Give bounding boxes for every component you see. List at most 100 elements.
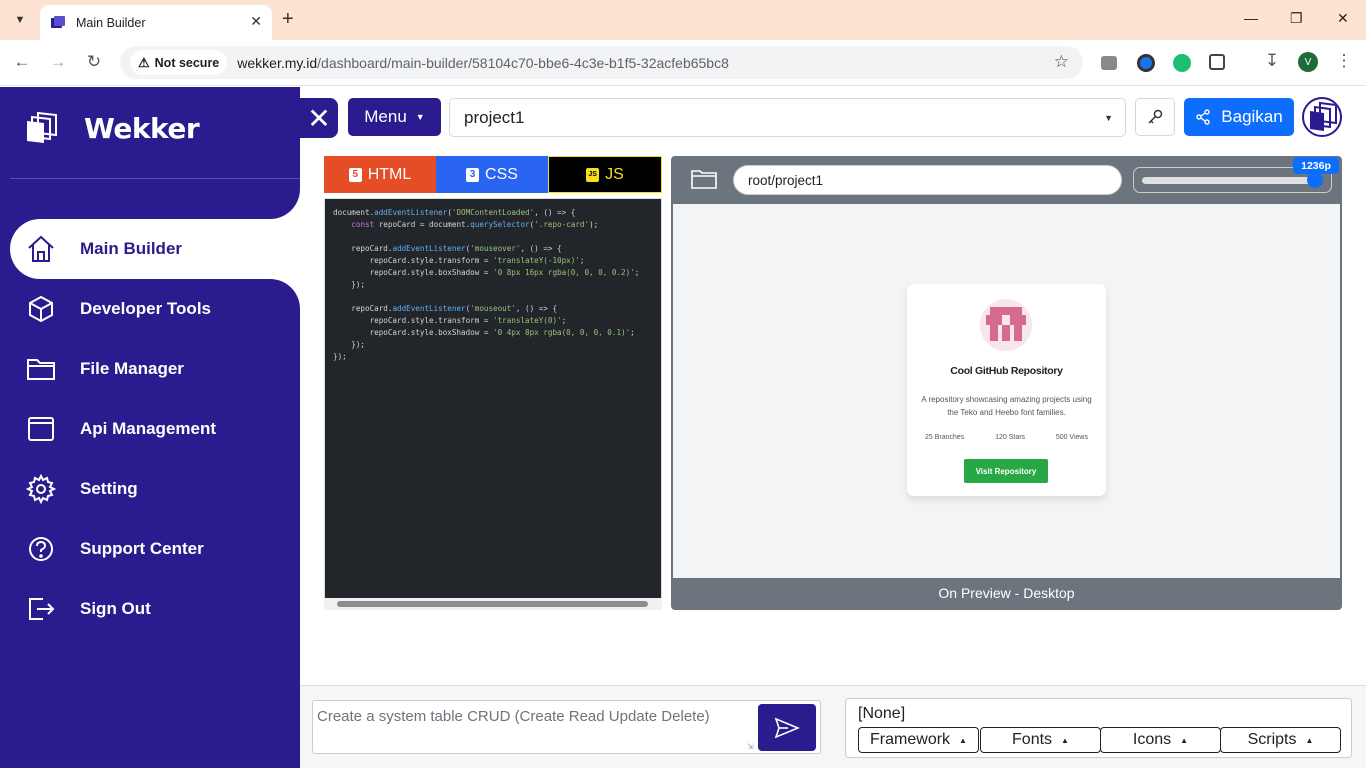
menu-dropdown-button[interactable]: Menu ▼ xyxy=(348,98,441,136)
sidebar-item-api-management[interactable]: Api Management xyxy=(10,399,300,459)
repo-card[interactable]: Cool GitHub Repository A repository show… xyxy=(907,284,1106,496)
caret-down-icon: ▼ xyxy=(1104,112,1113,123)
sidebar-item-support-center[interactable]: Support Center xyxy=(10,519,300,579)
sidebar-item-main-builder[interactable]: Main Builder xyxy=(10,219,300,279)
prompt-bar: Create a system table CRUD (Create Read … xyxy=(300,685,1366,768)
url-path: /dashboard/main-builder/58104c70-bbe6-4c… xyxy=(317,54,729,71)
tab-css[interactable]: 3 CSS xyxy=(436,156,548,193)
code-tabs: 5 HTML 3 CSS JS JS xyxy=(324,156,662,193)
gear-icon xyxy=(26,474,56,504)
sidebar-item-label: Setting xyxy=(80,479,138,498)
tab-close-icon[interactable]: ✕ xyxy=(250,13,262,30)
stat-branches: 25 Branches xyxy=(925,434,965,441)
address-bar: ← → ↻ ⚠ Not secure wekker.my.id/dashboard… xyxy=(0,40,1366,86)
omnibox[interactable]: ⚠ Not secure wekker.my.id/dashboard/main-… xyxy=(120,46,1083,79)
visit-repository-button[interactable]: Visit Repository xyxy=(964,459,1048,483)
preview-path-input[interactable]: root/project1 xyxy=(733,165,1122,195)
dropdown-label: Scripts xyxy=(1247,731,1297,748)
sidebar-item-label: Api Management xyxy=(80,419,217,438)
dropdown-label: Fonts xyxy=(1012,731,1053,748)
wekker-logo-icon xyxy=(27,111,57,143)
send-button[interactable] xyxy=(758,704,816,751)
extension-icon[interactable] xyxy=(1137,54,1155,72)
browser-menu-icon[interactable]: ⋮ xyxy=(1333,51,1355,71)
identicon-icon xyxy=(986,307,1026,341)
user-avatar[interactable] xyxy=(1302,97,1342,137)
browser-tab[interactable]: Main Builder ✕ xyxy=(40,5,272,40)
window-icon xyxy=(28,417,54,441)
dropdown-label: Icons xyxy=(1132,731,1172,748)
browser-tab-strip: ▼ Main Builder ✕ + — ❐ ✕ xyxy=(0,0,1366,40)
sidebar-item-label: Main Builder xyxy=(80,239,183,258)
sign-out-icon xyxy=(29,598,55,620)
send-icon xyxy=(774,717,800,738)
extension-icon[interactable] xyxy=(1173,54,1191,72)
warning-icon: ⚠ xyxy=(138,54,150,70)
sidebar: Wekker Main Builder Developer Tools File… xyxy=(0,87,300,768)
stat-views: 500 Views xyxy=(1055,434,1088,441)
sidebar-item-sign-out[interactable]: Sign Out xyxy=(10,579,300,639)
home-icon xyxy=(28,235,54,262)
tab-search-button[interactable]: ▼ xyxy=(8,8,32,32)
slider-track xyxy=(1142,177,1320,184)
project-select[interactable]: project1 ▼ xyxy=(449,98,1126,137)
share-icon xyxy=(1196,109,1210,125)
extensions-puzzle-icon[interactable] xyxy=(1209,54,1225,70)
scrollbar-thumb[interactable] xyxy=(337,601,648,607)
fonts-dropdown[interactable]: Fonts ▲ xyxy=(980,727,1101,753)
project-select-value: project1 xyxy=(464,107,525,127)
caret-up-icon: ▲ xyxy=(1305,735,1314,745)
close-sidebar-button[interactable]: ✕ xyxy=(300,98,338,138)
wekker-logo-icon xyxy=(1310,101,1337,131)
resize-handle-icon[interactable]: ⇲ xyxy=(747,742,754,751)
sidebar-item-developer-tools[interactable]: Developer Tools xyxy=(10,279,300,339)
prompt-textarea[interactable]: Create a system table CRUD (Create Read … xyxy=(312,700,821,754)
preview-panel: root/project1 1236p Cool GitHub Reposito… xyxy=(671,156,1342,610)
framework-dropdown[interactable]: Framework ▲ xyxy=(858,727,979,753)
tab-label: HTML xyxy=(367,165,412,183)
repo-description: A repository showcasing amazing projects… xyxy=(921,395,1092,417)
viewport-width-badge: 1236p xyxy=(1293,157,1339,174)
share-button[interactable]: Bagikan xyxy=(1184,98,1294,136)
caret-down-icon: ▼ xyxy=(415,112,425,122)
minimize-button[interactable]: — xyxy=(1244,10,1258,26)
icons-dropdown[interactable]: Icons ▲ xyxy=(1100,727,1221,753)
window-close-button[interactable]: ✕ xyxy=(1337,10,1349,27)
cube-icon xyxy=(29,295,53,323)
url-text: wekker.my.id/dashboard/main-builder/5810… xyxy=(237,55,729,71)
slider-knob[interactable] xyxy=(1306,172,1323,188)
code-editor[interactable]: document.addEventListener('DOMContentLoa… xyxy=(324,198,662,610)
back-button[interactable]: ← xyxy=(11,52,33,72)
key-icon xyxy=(1148,109,1163,124)
url-host: wekker.my.id xyxy=(237,54,318,71)
scripts-dropdown[interactable]: Scripts ▲ xyxy=(1220,727,1341,753)
editor-horizontal-scrollbar[interactable] xyxy=(324,598,662,610)
brand-logo[interactable]: Wekker xyxy=(24,111,200,145)
forward-button[interactable]: → xyxy=(47,52,69,72)
help-circle-icon xyxy=(29,537,53,561)
dropdown-label: Framework xyxy=(870,731,951,748)
tab-html[interactable]: 5 HTML xyxy=(324,156,436,193)
sidebar-item-file-manager[interactable]: File Manager xyxy=(10,339,300,399)
reload-button[interactable]: ↻ xyxy=(83,52,105,72)
site-info-chip[interactable]: ⚠ Not secure xyxy=(130,50,228,75)
downloads-icon[interactable]: ↧ xyxy=(1261,51,1283,71)
repo-avatar xyxy=(980,299,1032,351)
css3-icon: 3 xyxy=(466,167,480,182)
bookmark-star-icon[interactable]: ☆ xyxy=(1054,52,1069,72)
new-tab-button[interactable]: + xyxy=(282,8,294,30)
html5-icon: 5 xyxy=(348,167,362,182)
not-secure-label: Not secure xyxy=(154,55,220,70)
restore-button[interactable]: ❐ xyxy=(1290,10,1303,27)
tab-js[interactable]: JS JS xyxy=(548,156,662,193)
sidebar-item-setting[interactable]: Setting xyxy=(10,459,300,519)
folder-icon[interactable] xyxy=(691,168,717,190)
preview-canvas: Cool GitHub Repository A repository show… xyxy=(673,204,1340,578)
code-content: document.addEventListener('DOMContentLoa… xyxy=(333,208,640,361)
addons-panel: [None] Framework ▲ Fonts ▲ Icons ▲ Scripts ▲ xyxy=(845,698,1352,758)
extension-icon[interactable] xyxy=(1101,56,1117,70)
tab-title: Main Builder xyxy=(76,15,146,30)
api-key-button[interactable] xyxy=(1135,98,1175,136)
profile-avatar[interactable]: V xyxy=(1298,52,1318,72)
folder-icon xyxy=(27,359,55,380)
